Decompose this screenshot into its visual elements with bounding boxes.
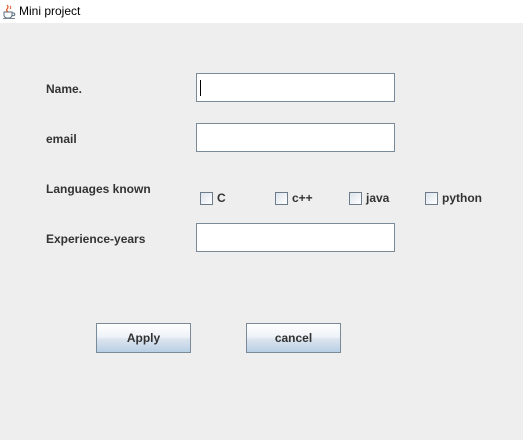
form-panel: Name. email Languages known C c++ java p…	[0, 23, 523, 440]
email-label: email	[46, 132, 77, 146]
checkbox-java[interactable]: java	[349, 191, 389, 205]
checkbox-box[interactable]	[200, 191, 213, 205]
experience-label: Experience-years	[46, 232, 146, 246]
checkbox-label: c++	[292, 191, 313, 205]
checkbox-label: java	[366, 191, 390, 205]
checkbox-label: C	[217, 191, 226, 205]
checkbox-label: python	[442, 191, 482, 205]
email-field[interactable]	[196, 123, 395, 152]
checkbox-c[interactable]: C	[200, 191, 226, 205]
java-cup-icon	[1, 3, 17, 19]
checkbox-python[interactable]: python	[425, 191, 482, 205]
checkbox-box[interactable]	[275, 191, 288, 205]
checkbox-cpp[interactable]: c++	[275, 191, 313, 205]
name-label: Name.	[46, 82, 83, 96]
name-field[interactable]	[196, 73, 395, 102]
title-bar: Mini project	[0, 0, 523, 23]
cancel-button[interactable]: cancel	[246, 323, 341, 353]
apply-button[interactable]: Apply	[96, 323, 191, 353]
window-title: Mini project	[19, 4, 81, 18]
checkbox-box[interactable]	[425, 191, 438, 205]
checkbox-box[interactable]	[349, 191, 362, 205]
experience-field[interactable]	[196, 223, 395, 252]
languages-label: Languages known	[46, 182, 151, 196]
text-caret	[200, 80, 201, 96]
